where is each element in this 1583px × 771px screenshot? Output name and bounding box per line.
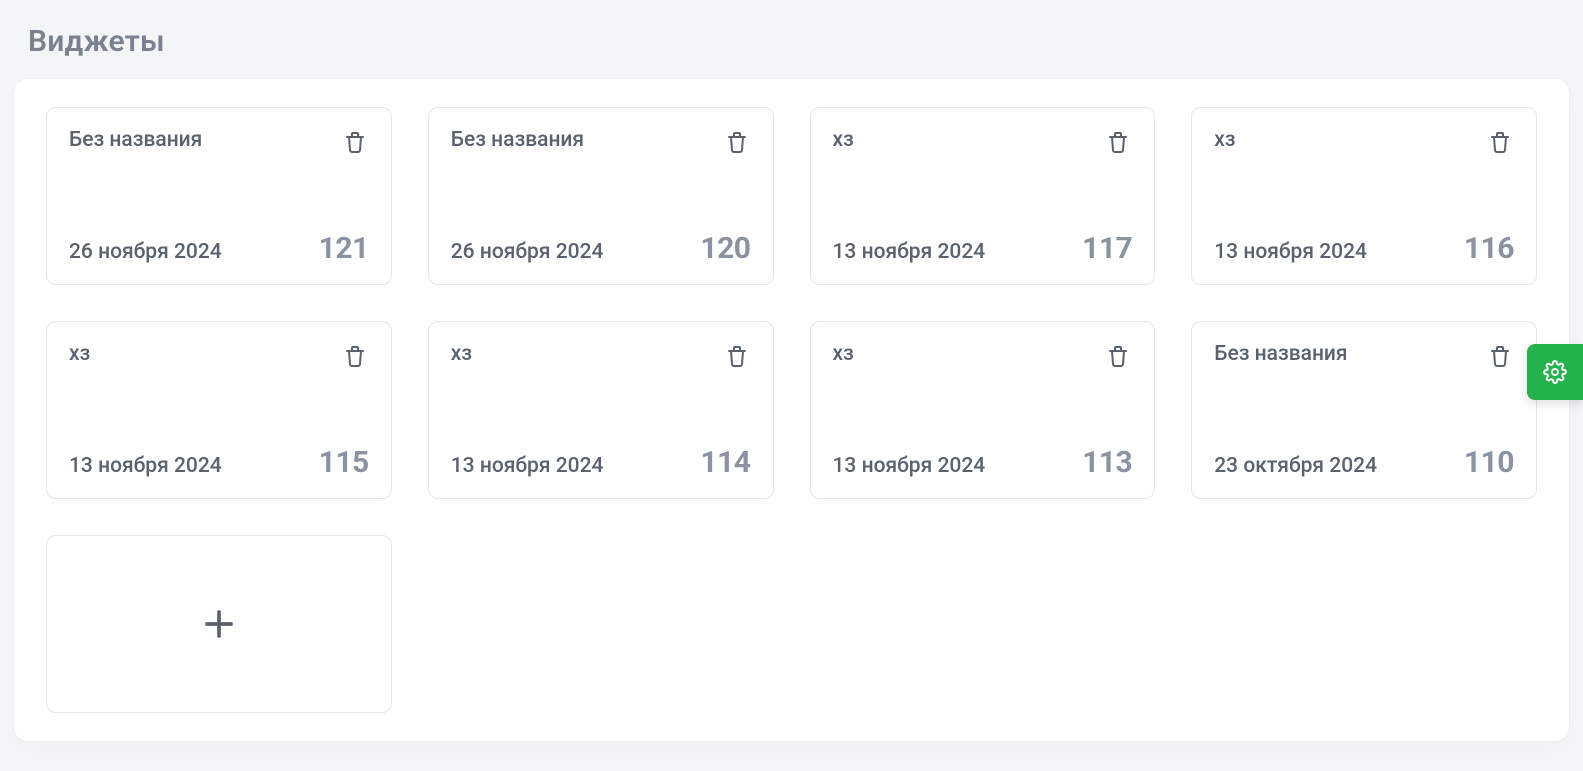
widget-card-footer: 23 октября 2024 110 (1214, 445, 1514, 480)
widget-date: 13 ноября 2024 (833, 454, 986, 478)
widget-id: 113 (1082, 445, 1132, 480)
widget-title: Без названия (451, 128, 584, 153)
widget-title: хз (1214, 128, 1235, 153)
widget-title: Без названия (1214, 342, 1347, 367)
delete-button[interactable] (341, 128, 369, 156)
widget-title: хз (833, 128, 854, 153)
widget-card-footer: 13 ноября 2024 114 (451, 445, 751, 480)
delete-button[interactable] (1104, 342, 1132, 370)
widget-card[interactable]: хз 13 ноября 2024 116 (1191, 107, 1537, 285)
trash-icon (343, 129, 367, 155)
widget-date: 26 ноября 2024 (69, 240, 222, 264)
widget-title: Без названия (69, 128, 202, 153)
widget-card[interactable]: хз 13 ноября 2024 117 (810, 107, 1156, 285)
widget-card[interactable]: хз 13 ноября 2024 115 (46, 321, 392, 499)
delete-button[interactable] (1486, 128, 1514, 156)
widget-id: 117 (1082, 231, 1132, 266)
plus-icon (201, 606, 237, 642)
widget-id: 116 (1464, 231, 1514, 266)
widget-card-header: хз (1214, 128, 1514, 156)
widget-date: 13 ноября 2024 (833, 240, 986, 264)
settings-tab[interactable] (1527, 344, 1583, 400)
widget-date: 13 ноября 2024 (69, 454, 222, 478)
widget-card-footer: 13 ноября 2024 117 (833, 231, 1133, 266)
widget-date: 23 октября 2024 (1214, 454, 1377, 478)
trash-icon (725, 343, 749, 369)
widgets-page: Виджеты Без названия 26 ноября 2024 121 (0, 0, 1583, 771)
widget-card[interactable]: хз 13 ноября 2024 114 (428, 321, 774, 499)
widget-card[interactable]: Без названия 26 ноября 2024 120 (428, 107, 774, 285)
widget-card[interactable]: Без названия 26 ноября 2024 121 (46, 107, 392, 285)
trash-icon (1106, 129, 1130, 155)
widget-id: 110 (1464, 445, 1514, 480)
widget-card-header: Без названия (1214, 342, 1514, 370)
delete-button[interactable] (341, 342, 369, 370)
widget-card-footer: 13 ноября 2024 115 (69, 445, 369, 480)
trash-icon (1106, 343, 1130, 369)
widget-card-header: Без названия (69, 128, 369, 156)
widget-date: 26 ноября 2024 (451, 240, 604, 264)
page-title: Виджеты (28, 24, 1569, 59)
widget-date: 13 ноября 2024 (451, 454, 604, 478)
widget-card[interactable]: хз 13 ноября 2024 113 (810, 321, 1156, 499)
delete-button[interactable] (1104, 128, 1132, 156)
widget-title: хз (69, 342, 90, 367)
widget-card-header: хз (451, 342, 751, 370)
widgets-panel: Без названия 26 ноября 2024 121 Без назв… (14, 79, 1569, 741)
widget-id: 120 (700, 231, 750, 266)
widget-card-header: Без названия (451, 128, 751, 156)
widget-card[interactable]: Без названия 23 октября 2024 110 (1191, 321, 1537, 499)
widget-date: 13 ноября 2024 (1214, 240, 1367, 264)
trash-icon (1488, 343, 1512, 369)
widget-id: 114 (700, 445, 750, 480)
delete-button[interactable] (723, 128, 751, 156)
widget-card-header: хз (833, 342, 1133, 370)
widget-id: 121 (319, 231, 369, 266)
widgets-grid: Без названия 26 ноября 2024 121 Без назв… (46, 107, 1537, 713)
widget-card-header: хз (833, 128, 1133, 156)
gear-icon (1543, 360, 1567, 384)
widget-card-footer: 13 ноября 2024 116 (1214, 231, 1514, 266)
widget-id: 115 (319, 445, 369, 480)
widget-title: хз (833, 342, 854, 367)
widget-card-header: хз (69, 342, 369, 370)
add-widget-button[interactable] (46, 535, 392, 713)
widget-card-footer: 26 ноября 2024 120 (451, 231, 751, 266)
widget-title: хз (451, 342, 472, 367)
trash-icon (725, 129, 749, 155)
delete-button[interactable] (1486, 342, 1514, 370)
widget-card-footer: 26 ноября 2024 121 (69, 231, 369, 266)
widget-card-footer: 13 ноября 2024 113 (833, 445, 1133, 480)
delete-button[interactable] (723, 342, 751, 370)
trash-icon (343, 343, 367, 369)
trash-icon (1488, 129, 1512, 155)
